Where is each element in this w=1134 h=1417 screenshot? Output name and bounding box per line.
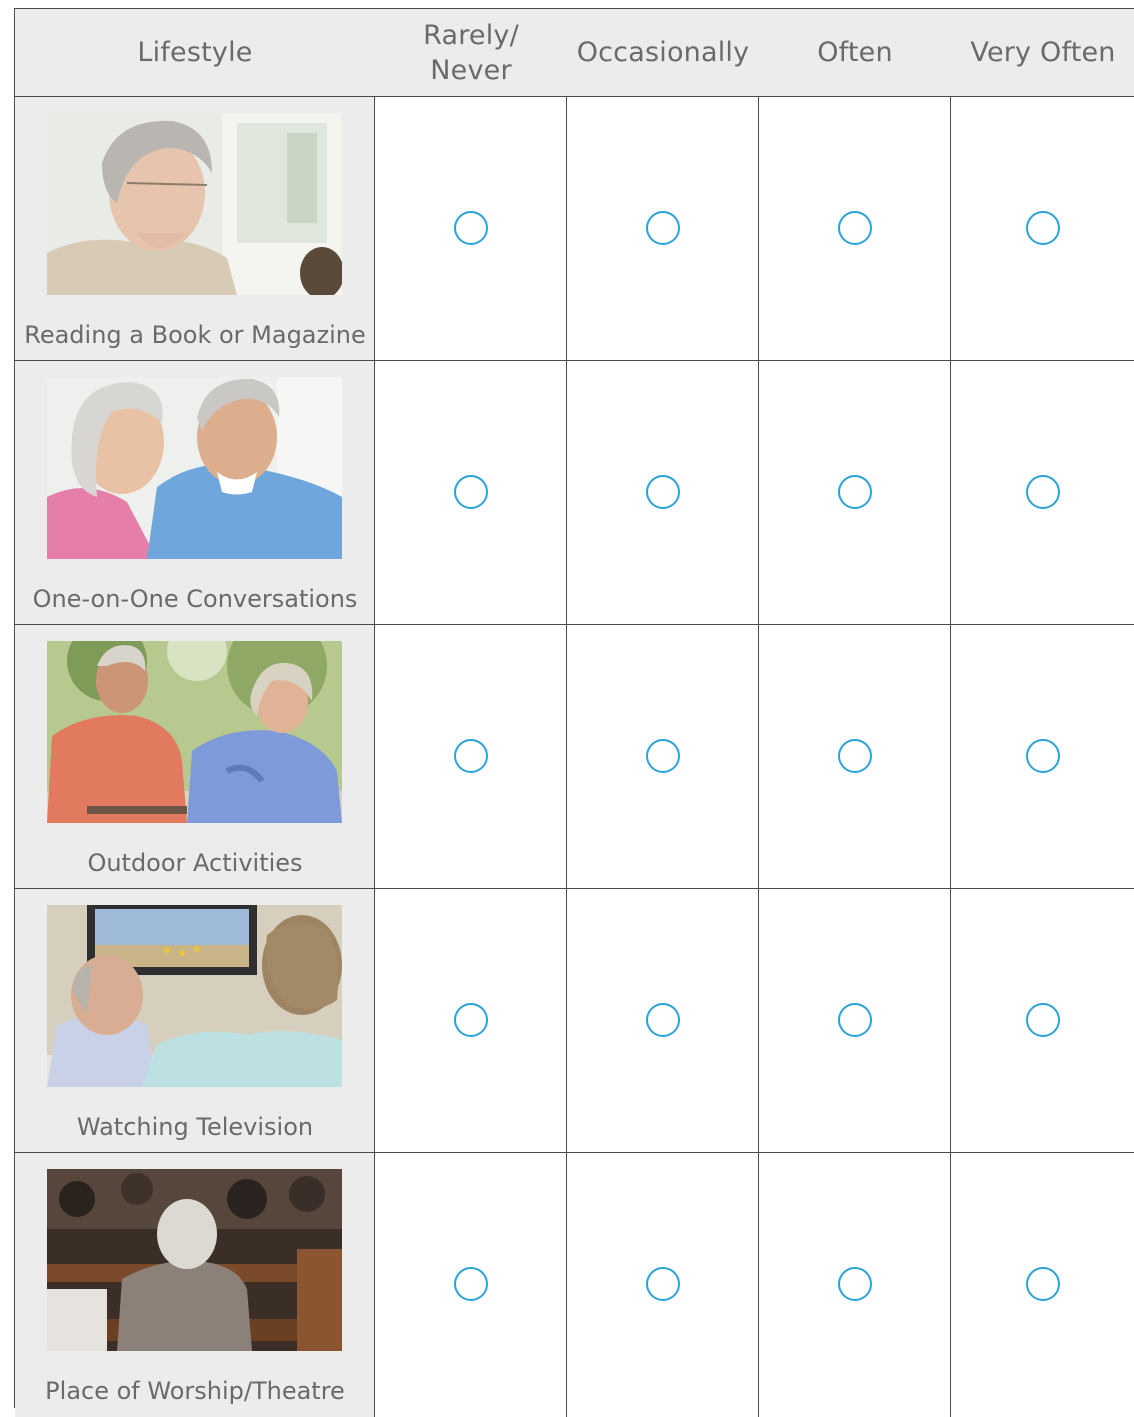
radio-option-icon[interactable] [1026,475,1060,509]
radio-option-icon[interactable] [645,1003,680,1037]
radio-option-icon[interactable] [645,1267,680,1301]
radio-option-icon[interactable] [453,1003,488,1037]
option-cell-very-often [951,1153,1134,1417]
lifestyle-label: Place of Worship/Theatre [45,1377,345,1405]
header-very-often: Very Often [970,37,1116,68]
radio-option-icon[interactable] [837,1267,872,1301]
lifestyle-cell: Outdoor Activities [15,625,375,888]
header-often: Often [817,37,893,68]
option-cell-rarely-never [375,1153,567,1417]
radio-option-icon[interactable] [837,739,872,773]
table-header: Lifestyle Rarely/ Never Occasionally Oft… [15,9,1134,97]
conversation-photo [47,377,342,559]
header-lifestyle: Lifestyle [137,37,253,68]
television-photo [47,905,342,1087]
option-cell-often [759,1153,951,1417]
radio-option-icon[interactable] [837,1003,872,1037]
table-row: Outdoor Activities [15,625,1134,889]
option-cell-often [759,97,951,360]
radio-option-icon[interactable] [645,739,680,773]
table-row: One-on-One Conversations [15,361,1134,625]
table-row: Place of Worship/Theatre [15,1153,1134,1417]
option-cell-often [759,889,951,1152]
worship-theatre-photo [47,1169,342,1351]
option-cell-occasionally [567,97,759,360]
radio-option-icon[interactable] [1026,211,1060,245]
option-cell-occasionally [567,625,759,888]
radio-option-icon[interactable] [1026,1267,1060,1301]
lifestyle-frequency-table: Lifestyle Rarely/ Never Occasionally Oft… [14,8,1134,1417]
radio-option-icon[interactable] [645,475,680,509]
radio-option-icon[interactable] [837,211,872,245]
radio-option-icon[interactable] [1026,739,1060,773]
radio-option-icon[interactable] [837,475,872,509]
option-cell-very-often [951,625,1134,888]
option-cell-rarely-never [375,361,567,624]
radio-option-icon[interactable] [453,1267,488,1301]
radio-option-icon[interactable] [453,739,488,773]
option-cell-occasionally [567,361,759,624]
table-row: Reading a Book or Magazine [15,97,1134,361]
option-cell-often [759,625,951,888]
option-cell-rarely-never [375,97,567,360]
lifestyle-label: Watching Television [76,1113,314,1141]
lifestyle-label: One-on-One Conversations [32,585,358,613]
radio-option-icon[interactable] [645,211,680,245]
radio-option-icon[interactable] [1026,1003,1060,1037]
option-cell-very-often [951,97,1134,360]
lifestyle-cell: Place of Worship/Theatre [15,1153,375,1417]
option-cell-often [759,361,951,624]
lifestyle-label: Reading a Book or Magazine [24,321,366,349]
option-cell-very-often [951,361,1134,624]
radio-option-icon[interactable] [453,211,488,245]
lifestyle-label: Outdoor Activities [87,849,303,877]
option-cell-very-often [951,889,1134,1152]
reading-photo [47,113,342,295]
outdoor-photo [47,641,342,823]
lifestyle-cell: Watching Television [15,889,375,1152]
header-occasionally: Occasionally [576,37,750,68]
lifestyle-cell: Reading a Book or Magazine [15,97,375,360]
option-cell-rarely-never [375,889,567,1152]
option-cell-rarely-never [375,625,567,888]
table-row: Watching Television [15,889,1134,1153]
lifestyle-cell: One-on-One Conversations [15,361,375,624]
option-cell-occasionally [567,1153,759,1417]
radio-option-icon[interactable] [453,475,488,509]
header-rarely-never: Rarely/ Never [423,19,519,86]
option-cell-occasionally [567,889,759,1152]
